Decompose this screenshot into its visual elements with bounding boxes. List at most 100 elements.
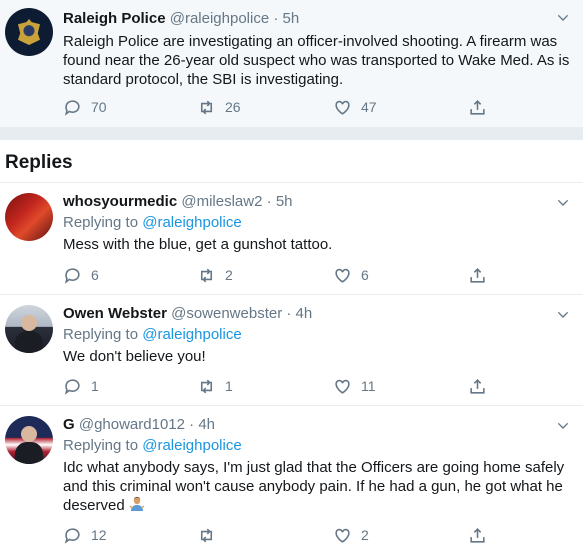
- tweet-time[interactable]: 5h: [283, 10, 300, 27]
- share-button[interactable]: [468, 375, 496, 397]
- reply-count: 70: [91, 99, 107, 115]
- tweet-actions: 6 2 6: [0, 264, 583, 286]
- retweet-button[interactable]: 1: [197, 375, 233, 397]
- mention-link[interactable]: @raleighpolice: [142, 437, 241, 454]
- author-handle[interactable]: @raleighpolice: [170, 10, 269, 27]
- replies-heading: Replies: [5, 152, 73, 173]
- reply-count: 1: [91, 378, 99, 394]
- retweet-count: 1: [225, 378, 233, 394]
- avatar[interactable]: [5, 193, 53, 241]
- like-count: 6: [361, 267, 369, 283]
- avatar-body: [15, 331, 43, 353]
- author-handle[interactable]: @ghoward1012: [79, 416, 185, 433]
- heart-icon: [335, 379, 350, 394]
- tweet-text-block: Idc what anybody says, I'm just glad tha…: [63, 458, 573, 515]
- reply-icon: [64, 378, 80, 395]
- reply-icon: [64, 99, 80, 116]
- reply-button[interactable]: 1: [63, 375, 99, 397]
- retweet-count: 2: [225, 267, 233, 283]
- mention-link[interactable]: @raleighpolice: [142, 326, 241, 343]
- avatar[interactable]: [5, 416, 53, 464]
- like-button[interactable]: 47: [333, 96, 377, 118]
- author-name[interactable]: Owen Webster: [63, 305, 167, 322]
- reply-tweet[interactable]: Owen Webster @sowenwebster · 4h Replying…: [0, 294, 583, 405]
- share-icon: [470, 378, 485, 394]
- tweet-text: We don't believe you!: [63, 348, 206, 365]
- replying-prefix: Replying to: [63, 437, 139, 454]
- author-handle[interactable]: @sowenwebster: [171, 305, 282, 322]
- chevron-down-icon[interactable]: [555, 195, 571, 211]
- like-count: 2: [361, 527, 369, 543]
- share-button[interactable]: [468, 264, 496, 286]
- person-shrugging-emoji-icon: [129, 496, 145, 511]
- like-button[interactable]: 6: [333, 264, 369, 286]
- share-icon: [470, 527, 485, 543]
- share-button[interactable]: [468, 524, 496, 546]
- replying-to-line: Replying to @raleighpolice: [63, 437, 242, 454]
- reply-count: 12: [91, 527, 107, 543]
- replying-to-line: Replying to @raleighpolice: [63, 214, 242, 231]
- like-count: 11: [361, 378, 376, 394]
- mention-link[interactable]: @raleighpolice: [142, 214, 241, 231]
- tweet-time[interactable]: 5h: [276, 193, 293, 210]
- chevron-down-icon[interactable]: [555, 10, 571, 26]
- reply-tweet[interactable]: whosyourmedic @mileslaw2 · 5h Replying t…: [0, 182, 583, 294]
- tweet-actions: 1 1 11: [0, 375, 583, 397]
- replying-prefix: Replying to: [63, 326, 139, 343]
- tweet-header: whosyourmedic @mileslaw2 · 5h: [63, 193, 293, 210]
- retweet-icon: [200, 268, 213, 282]
- separator-dot: ·: [286, 305, 292, 322]
- replying-prefix: Replying to: [63, 214, 139, 231]
- police-badge-icon: [18, 19, 40, 45]
- chevron-down-icon[interactable]: [555, 307, 571, 323]
- avatar[interactable]: [5, 305, 53, 353]
- reply-icon: [64, 267, 80, 284]
- reply-count: 6: [91, 267, 99, 283]
- share-button[interactable]: [468, 96, 496, 118]
- tweet-text: Raleigh Police are investigating an offi…: [63, 33, 570, 88]
- separator-dot: ·: [189, 416, 195, 433]
- retweet-button[interactable]: [197, 524, 225, 546]
- tweet-actions: 70 26 47: [0, 96, 583, 118]
- section-divider: [0, 128, 583, 140]
- heart-icon: [335, 528, 350, 543]
- author-name[interactable]: whosyourmedic: [63, 193, 177, 210]
- tweet-time[interactable]: 4h: [296, 305, 313, 322]
- avatar-body: [15, 442, 43, 464]
- like-count: 47: [361, 99, 377, 115]
- author-name[interactable]: Raleigh Police: [63, 10, 166, 27]
- tweet-header: Owen Webster @sowenwebster · 4h: [63, 305, 312, 322]
- retweet-button[interactable]: 2: [197, 264, 233, 286]
- reply-button[interactable]: 6: [63, 264, 99, 286]
- share-icon: [470, 99, 485, 115]
- separator-dot: ·: [266, 193, 272, 210]
- like-button[interactable]: 11: [333, 375, 376, 397]
- retweet-icon: [200, 528, 213, 542]
- main-tweet[interactable]: Raleigh Police @raleighpolice · 5h Ralei…: [0, 0, 583, 128]
- tweet-header: G @ghoward1012 · 4h: [63, 416, 215, 433]
- retweet-icon: [200, 100, 213, 114]
- reply-tweet[interactable]: G @ghoward1012 · 4h Replying to @raleigh…: [0, 405, 583, 552]
- tweet-time[interactable]: 4h: [198, 416, 215, 433]
- heart-icon: [335, 100, 350, 115]
- tweet-actions: 12 2: [0, 524, 583, 546]
- avatar-face: [21, 426, 37, 442]
- reply-button[interactable]: 70: [63, 96, 107, 118]
- author-handle[interactable]: @mileslaw2: [181, 193, 262, 210]
- chevron-down-icon[interactable]: [555, 418, 571, 434]
- tweet-header: Raleigh Police @raleighpolice · 5h: [63, 10, 299, 27]
- retweet-count: 26: [225, 99, 241, 115]
- retweet-button[interactable]: 26: [197, 96, 241, 118]
- share-icon: [470, 267, 485, 283]
- tweet-text: Mess with the blue, get a gunshot tattoo…: [63, 236, 333, 253]
- separator-dot: ·: [273, 10, 279, 27]
- replying-to-line: Replying to @raleighpolice: [63, 326, 242, 343]
- reply-button[interactable]: 12: [63, 524, 107, 546]
- author-name[interactable]: G: [63, 416, 75, 433]
- like-button[interactable]: 2: [333, 524, 369, 546]
- heart-icon: [335, 268, 350, 283]
- avatar[interactable]: [5, 8, 53, 56]
- avatar-face: [21, 315, 37, 331]
- reply-icon: [64, 527, 80, 544]
- retweet-icon: [200, 379, 213, 393]
